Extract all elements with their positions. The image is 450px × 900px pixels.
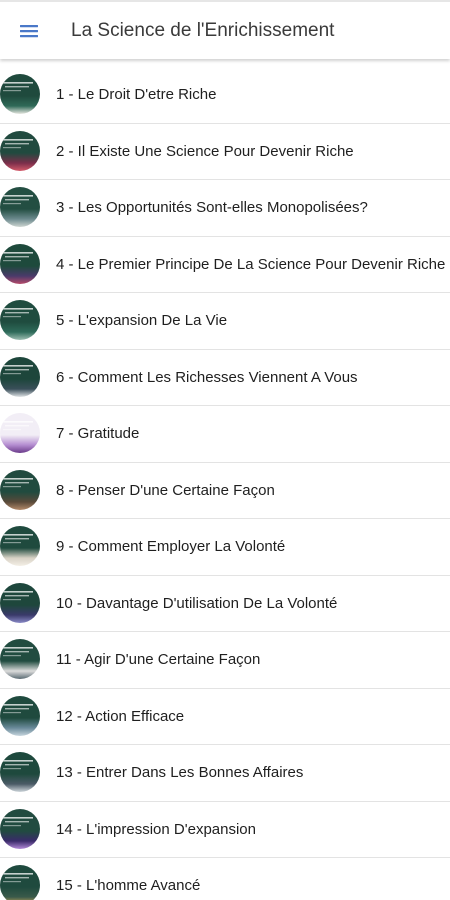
chapter-thumbnail bbox=[0, 300, 40, 340]
list-item[interactable]: 5 - L'expansion De La Vie bbox=[0, 293, 450, 350]
chapter-title: 10 - Davantage D'utilisation De La Volon… bbox=[56, 594, 338, 612]
chapter-list: 1 - Le Droit D'etre Riche 2 - Il Existe U… bbox=[0, 59, 450, 900]
list-item[interactable]: 9 - Comment Employer La Volonté bbox=[0, 519, 450, 576]
chapter-title: 15 - L'homme Avancé bbox=[56, 877, 201, 895]
chapter-title: 4 - Le Premier Principe De La Science Po… bbox=[56, 255, 446, 273]
chapter-thumbnail bbox=[0, 808, 40, 849]
chapter-title: 12 - Action Efficace bbox=[56, 707, 185, 725]
chapter-thumbnail bbox=[0, 130, 40, 171]
chapter-title: 5 - L'expansion De La Vie bbox=[56, 312, 228, 330]
chapter-thumbnail bbox=[0, 582, 40, 623]
list-item[interactable]: 2 - Il Existe Une Science Pour Devenir R… bbox=[0, 124, 450, 180]
list-item[interactable]: 13 - Entrer Dans Les Bonnes Affaires bbox=[0, 745, 450, 802]
chapter-thumbnail bbox=[0, 865, 40, 900]
list-item[interactable]: 1 - Le Droit D'etre Riche bbox=[0, 67, 450, 124]
chapter-title: 11 - Agir D'une Certaine Façon bbox=[56, 651, 261, 669]
list-item[interactable]: 4 - Le Premier Principe De La Science Po… bbox=[0, 237, 450, 293]
list-item[interactable]: 6 - Comment Les Richesses Viennent A Vou… bbox=[0, 350, 450, 406]
chapter-thumbnail bbox=[0, 752, 40, 792]
list-item[interactable]: 15 - L'homme Avancé bbox=[0, 858, 450, 900]
chapter-thumbnail bbox=[0, 356, 40, 397]
list-item[interactable]: 11 - Agir D'une Certaine Façon bbox=[0, 632, 450, 689]
page-title: La Science de l'Enrichissement bbox=[71, 19, 335, 41]
list-item[interactable]: 7 - Gratitude bbox=[0, 406, 450, 463]
chapter-title: 9 - Comment Employer La Volonté bbox=[56, 538, 286, 556]
chapter-title: 8 - Penser D'une Certaine Façon bbox=[56, 481, 275, 499]
list-item[interactable]: 10 - Davantage D'utilisation De La Volon… bbox=[0, 576, 450, 632]
list-item[interactable]: 3 - Les Opportunités Sont-elles Monopoli… bbox=[0, 180, 450, 237]
list-item[interactable]: 12 - Action Efficace bbox=[0, 689, 450, 745]
hamburger-menu-icon[interactable] bbox=[14, 16, 44, 46]
chapter-title: 2 - Il Existe Une Science Pour Devenir R… bbox=[56, 142, 354, 160]
chapter-title: 7 - Gratitude bbox=[56, 425, 140, 443]
chapter-thumbnail bbox=[0, 243, 40, 284]
chapter-title: 3 - Les Opportunités Sont-elles Monopoli… bbox=[56, 199, 368, 217]
app-root: La Science de l'Enrichissement 1 - Le Dr… bbox=[0, 0, 450, 900]
chapter-thumbnail bbox=[0, 695, 40, 736]
chapter-thumbnail bbox=[0, 74, 40, 114]
chapter-thumbnail bbox=[0, 413, 40, 453]
list-item[interactable]: 14 - L'impression D'expansion bbox=[0, 802, 450, 858]
chapter-title: 14 - L'impression D'expansion bbox=[56, 820, 256, 838]
app-bar: La Science de l'Enrichissement bbox=[0, 0, 450, 59]
chapter-thumbnail bbox=[0, 187, 40, 227]
chapter-thumbnail bbox=[0, 469, 40, 510]
list-item[interactable]: 8 - Penser D'une Certaine Façon bbox=[0, 463, 450, 519]
chapter-title: 1 - Le Droit D'etre Riche bbox=[56, 86, 217, 104]
chapter-thumbnail bbox=[0, 526, 40, 566]
chapter-thumbnail bbox=[0, 639, 40, 679]
chapter-title: 6 - Comment Les Richesses Viennent A Vou… bbox=[56, 368, 358, 386]
chapter-title: 13 - Entrer Dans Les Bonnes Affaires bbox=[56, 764, 304, 782]
